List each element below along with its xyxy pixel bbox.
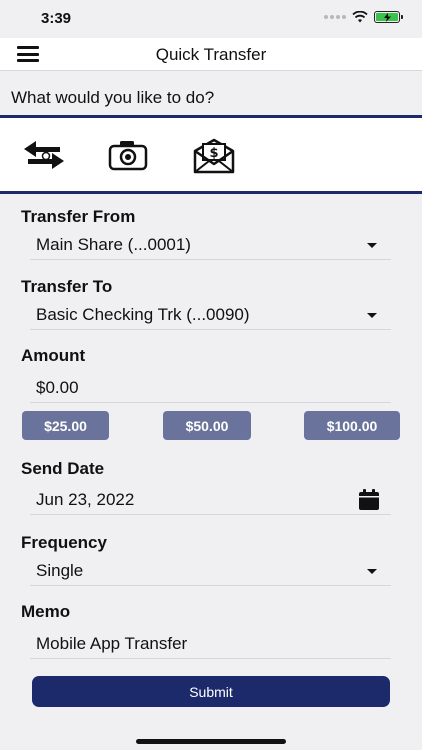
chevron-down-icon xyxy=(367,569,377,574)
transfer-from-value: Main Share (...0001) xyxy=(36,235,191,254)
calendar-icon[interactable] xyxy=(358,489,380,511)
battery-charging-icon xyxy=(374,11,403,23)
amount-value: $0.00 xyxy=(36,378,79,397)
send-date-value: Jun 23, 2022 xyxy=(36,490,135,509)
frequency-value: Single xyxy=(36,561,84,580)
frequency-label: Frequency xyxy=(21,533,107,552)
amount-label: Amount xyxy=(21,346,86,365)
quick-amount-100-button[interactable]: $100.00 xyxy=(304,411,400,440)
send-date-label: Send Date xyxy=(21,459,105,478)
amount-field[interactable]: $0.00 xyxy=(30,373,391,403)
home-indicator xyxy=(136,739,286,744)
chevron-down-icon xyxy=(367,313,377,318)
quick-amount-25-button[interactable]: $25.00 xyxy=(22,411,109,440)
memo-label: Memo xyxy=(21,602,71,621)
status-icons xyxy=(324,11,403,23)
transfer-to-select[interactable]: Basic Checking Trk (...0090) xyxy=(30,300,391,330)
status-bar: 3:39 xyxy=(0,0,422,38)
camera-icon[interactable] xyxy=(108,137,148,173)
action-prompt: What would you like to do? xyxy=(11,88,215,107)
wifi-icon xyxy=(352,11,368,23)
frequency-select[interactable]: Single xyxy=(30,556,391,586)
transfer-from-label: Transfer From xyxy=(21,207,136,226)
send-date-field[interactable]: Jun 23, 2022 xyxy=(30,485,391,515)
transfer-from-select[interactable]: Main Share (...0001) xyxy=(30,230,391,260)
quick-amount-50-button[interactable]: $50.00 xyxy=(163,411,251,440)
memo-value: Mobile App Transfer xyxy=(36,634,188,653)
page-title: Quick Transfer xyxy=(155,45,267,64)
svg-text:$: $ xyxy=(209,146,218,161)
submit-button[interactable]: Submit xyxy=(32,676,390,707)
memo-field[interactable]: Mobile App Transfer xyxy=(30,629,391,659)
signal-dots-icon xyxy=(324,15,346,19)
transfer-to-label: Transfer To xyxy=(21,277,113,296)
envelope-dollar-icon[interactable]: $ xyxy=(193,137,235,175)
nav-bar: Quick Transfer xyxy=(0,38,422,71)
transfer-arrows-icon[interactable] xyxy=(22,137,66,173)
status-time: 3:39 xyxy=(41,10,72,27)
transfer-to-value: Basic Checking Trk (...0090) xyxy=(36,305,250,324)
action-band: $ xyxy=(0,115,422,194)
chevron-down-icon xyxy=(367,243,377,248)
